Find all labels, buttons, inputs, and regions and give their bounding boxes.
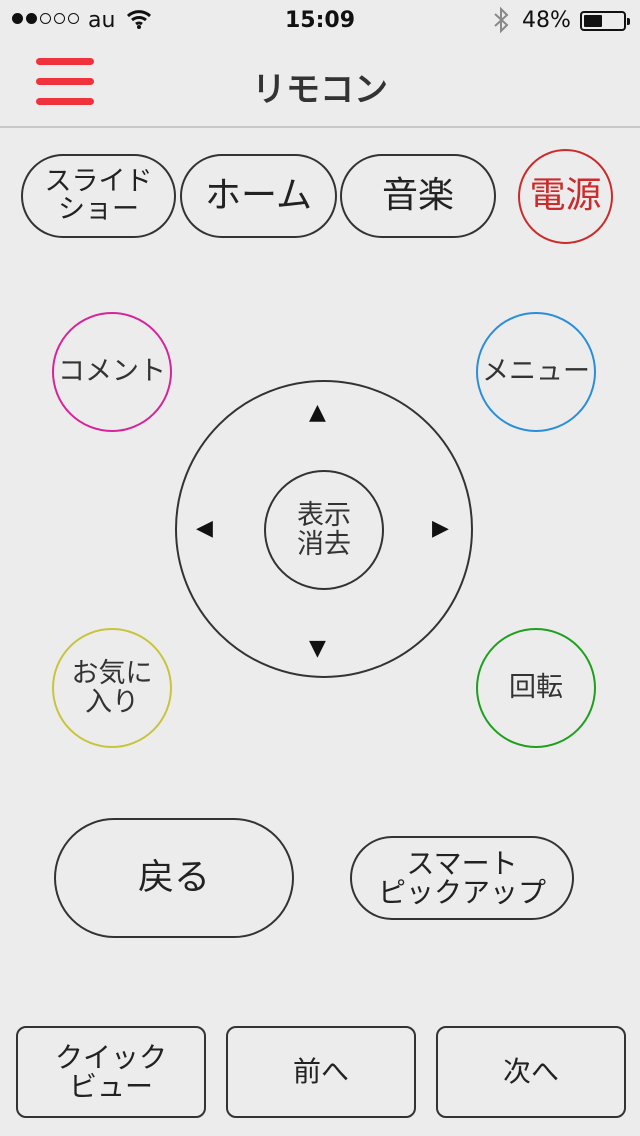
- power-button[interactable]: 電源: [518, 149, 613, 244]
- battery-percent: 48%: [522, 8, 571, 33]
- bluetooth-icon: [492, 6, 510, 40]
- right-arrow-button[interactable]: ▶: [432, 518, 449, 540]
- status-bar: au 15:09 48%: [0, 0, 640, 40]
- page-title: リモコン: [252, 70, 388, 110]
- menu-button[interactable]: メニュー: [476, 312, 596, 432]
- previous-button[interactable]: 前へ: [226, 1026, 416, 1118]
- comment-button[interactable]: コメント: [52, 312, 172, 432]
- left-arrow-button[interactable]: ◀: [196, 518, 213, 540]
- up-arrow-button[interactable]: ▲: [309, 402, 326, 424]
- back-button[interactable]: 戻る: [54, 818, 294, 938]
- rotate-button[interactable]: 回転: [476, 628, 596, 748]
- music-button[interactable]: 音楽: [340, 154, 496, 238]
- down-arrow-button[interactable]: ▼: [309, 638, 326, 660]
- next-button[interactable]: 次へ: [436, 1026, 626, 1118]
- hide-display-button[interactable]: 表示 消去: [264, 470, 384, 590]
- quick-view-button[interactable]: クイック ビュー: [16, 1026, 206, 1118]
- smart-pickup-button[interactable]: スマート ピックアップ: [350, 836, 574, 920]
- home-button[interactable]: ホーム: [180, 154, 337, 238]
- battery-icon: [580, 11, 630, 31]
- slideshow-button[interactable]: スライド ショー: [21, 154, 176, 238]
- favorite-button[interactable]: お気に 入り: [52, 628, 172, 748]
